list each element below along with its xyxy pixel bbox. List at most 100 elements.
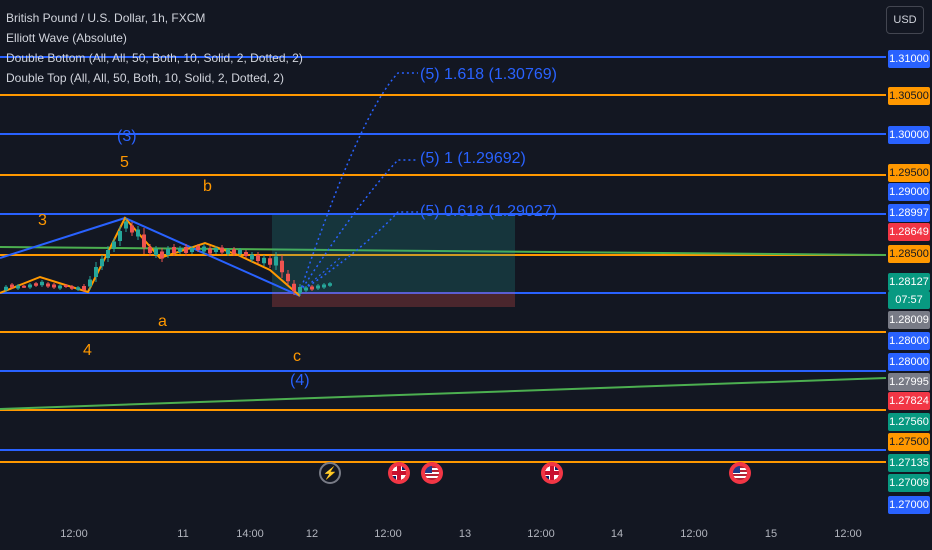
candle [232, 249, 236, 254]
candle [316, 285, 320, 289]
price-tag: 1.29500 [888, 164, 930, 182]
time-label: 12 [305, 528, 319, 540]
candle [160, 251, 164, 259]
flag-us-icon-inner [425, 466, 439, 480]
flag-uk-icon[interactable] [388, 462, 410, 484]
candle [58, 285, 62, 289]
time-label: 14 [610, 528, 624, 540]
candle [100, 258, 104, 267]
indicator-double-top[interactable]: Double Top (All, All, 50, Both, 10, Soli… [6, 68, 303, 88]
candle [70, 286, 74, 289]
flag-uk-icon-inner [392, 466, 406, 480]
candle [202, 246, 206, 252]
candle [124, 221, 128, 229]
wave-label-a: a [158, 313, 167, 330]
candle [28, 284, 32, 288]
wave-label-4-paren: (4) [290, 372, 310, 389]
flag-uk-icon[interactable] [541, 462, 563, 484]
candle [130, 225, 134, 233]
candle [238, 250, 242, 254]
candle [310, 286, 314, 290]
price-tag: 1.29000 [888, 183, 930, 201]
price-tag: 1.31000 [888, 50, 930, 68]
price-tag: 07:57 [888, 291, 930, 309]
price-tag: 1.28009 [888, 311, 930, 329]
projection-label-1: (5) 1 (1.29692) [420, 150, 526, 167]
candle [292, 283, 296, 292]
projection-label-1618: (5) 1.618 (1.30769) [420, 66, 557, 83]
price-tag: 1.27009 [888, 474, 930, 492]
candle [178, 248, 182, 252]
candle [136, 229, 140, 237]
time-label: 11 [177, 528, 189, 540]
indicator-double-bottom[interactable]: Double Bottom (All, All, 50, Both, 10, S… [6, 48, 303, 68]
wave-label-b: b [203, 178, 212, 195]
price-tag: 1.28649 [888, 223, 930, 241]
candle [94, 267, 98, 277]
flag-uk-icon-inner [545, 466, 559, 480]
wave-label-4: 4 [83, 342, 92, 359]
symbol-title[interactable]: British Pound / U.S. Dollar, 1h, FXCM [6, 8, 303, 28]
candle [142, 234, 146, 248]
candle [82, 286, 86, 290]
candle [112, 241, 116, 249]
candle [190, 248, 194, 252]
candle [214, 248, 218, 252]
price-tag: 1.27995 [888, 373, 930, 391]
candle [40, 281, 44, 286]
candle [166, 249, 170, 255]
time-label: 12:00 [374, 528, 402, 540]
time-label: 12:00 [60, 528, 88, 540]
candle [256, 255, 260, 261]
candle [34, 283, 38, 286]
candle [304, 287, 308, 291]
target-zone-box [272, 215, 515, 292]
candle [280, 260, 284, 273]
flag-us-icon[interactable] [421, 462, 443, 484]
candle [22, 285, 26, 288]
price-tag: 1.30500 [888, 87, 930, 105]
candle [286, 273, 290, 282]
time-label: 14:00 [236, 528, 264, 540]
candle [322, 284, 326, 288]
indicator-elliott-wave[interactable]: Elliott Wave (Absolute) [6, 28, 303, 48]
price-tag: 1.27000 [888, 496, 930, 514]
flag-us-icon-inner [733, 466, 747, 480]
flag-us-icon[interactable] [729, 462, 751, 484]
price-tag: 1.30000 [888, 126, 930, 144]
time-label: 15 [764, 528, 778, 540]
wave-label-c: c [293, 348, 301, 365]
trend-line-lower [0, 377, 886, 410]
candle [106, 250, 110, 258]
wave-label-5: 5 [120, 154, 129, 171]
candle [208, 248, 212, 254]
candle [172, 247, 176, 253]
price-tag: 1.28000 [888, 332, 930, 350]
time-axis[interactable]: 12:00 11 14:00 12 12:00 13 12:00 14 12:0… [0, 520, 886, 550]
candle [118, 231, 122, 241]
lightning-icon[interactable]: ⚡ [319, 462, 341, 484]
candle [298, 287, 302, 293]
price-tag: 1.28000 [888, 353, 930, 371]
time-label: 12:00 [527, 528, 555, 540]
price-tag: 1.27500 [888, 433, 930, 451]
candle [52, 284, 56, 288]
candle [328, 283, 332, 286]
time-label: 12:00 [834, 528, 862, 540]
candle [16, 285, 20, 289]
price-tag: 1.27824 [888, 392, 930, 410]
price-tag: 1.27135 [888, 454, 930, 472]
candle [64, 285, 68, 287]
candle [46, 283, 50, 287]
currency-button[interactable]: USD [886, 6, 924, 34]
time-label: 12:00 [680, 528, 708, 540]
candle [148, 247, 152, 253]
time-label: 13 [458, 528, 472, 540]
chart-legend: British Pound / U.S. Dollar, 1h, FXCM El… [6, 8, 303, 88]
projection-label-0618: (5) 0.618 (1.29027) [420, 203, 557, 220]
candle [154, 249, 158, 255]
price-tag: 1.27560 [888, 413, 930, 431]
candle [88, 279, 92, 287]
candle [4, 286, 8, 291]
price-tag: 1.28127 [888, 273, 930, 291]
